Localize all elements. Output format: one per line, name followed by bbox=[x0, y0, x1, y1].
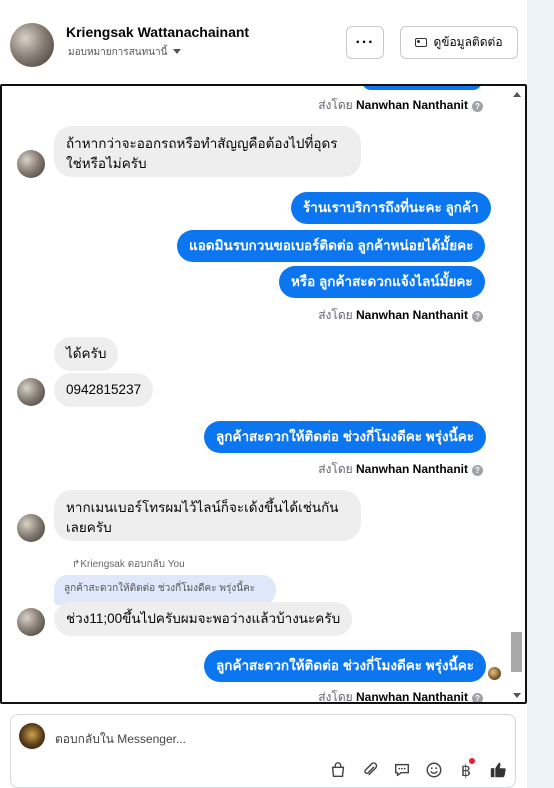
contact-avatar-small[interactable] bbox=[17, 150, 45, 178]
message-thread[interactable]: ส่งโดย Nanwhan Nanthanit? ถ้าหากว่าจะออก… bbox=[0, 84, 527, 704]
reply-input[interactable]: ตอบกลับใน Messenger... bbox=[55, 730, 186, 749]
paperclip-icon[interactable] bbox=[359, 759, 381, 781]
sent-by-line: ส่งโดย Nanwhan Nanthanit? bbox=[318, 96, 483, 115]
assign-label: มอบหมายการสนทนานี้ bbox=[68, 47, 168, 58]
conversation-header: Kriengsak Wattanachainant มอบหมายการสนทน… bbox=[0, 0, 527, 84]
sent-by-line: ส่งโดย Nanwhan Nanthanit? bbox=[318, 460, 483, 479]
sent-by-line: ส่งโดย Nanwhan Nanthanit? bbox=[318, 688, 483, 702]
right-panel-edge bbox=[527, 0, 554, 788]
quoted-message[interactable]: ลูกค้าสะดวกให้ติดต่อ ช่วงกี่โมงดีคะ พรุ่… bbox=[54, 575, 276, 605]
contact-avatar-small[interactable] bbox=[17, 514, 45, 542]
message-bubble-outgoing[interactable]: ลูกค้าสะดวกให้ติดต่อ ช่วงกี่โมงดีคะ พรุ่… bbox=[204, 421, 487, 453]
message-bubble-incoming[interactable]: หากเมนเบอร์โทรผมไว้ไลน์ก็จะเด้งขึ้นได้เช… bbox=[54, 490, 361, 541]
contact-name[interactable]: Kriengsak Wattanachainant bbox=[66, 24, 249, 40]
message-bubble-outgoing[interactable]: ร้านเราบริการถึงที่นะคะ ลูกค้า bbox=[291, 192, 491, 224]
assign-conversation[interactable]: มอบหมายการสนทนานี้ bbox=[68, 45, 182, 60]
view-contact-info-button[interactable]: ดูข้อมูลติดต่อ bbox=[400, 26, 518, 59]
message-bubble-incoming[interactable]: 0942815237 bbox=[54, 373, 154, 407]
view-contact-info-label: ดูข้อมูลติดต่อ bbox=[433, 35, 503, 49]
payment-icon[interactable]: ฿ bbox=[455, 758, 477, 781]
composer-toolbar: ฿ bbox=[327, 758, 519, 781]
contact-avatar-small[interactable] bbox=[17, 608, 45, 636]
message-bubble-outgoing[interactable]: แอดมินรบกวนขอเบอร์ติดต่อ ลูกค้าหน่อยได้ม… bbox=[177, 230, 486, 262]
help-icon: ? bbox=[472, 101, 483, 112]
contact-card-icon bbox=[415, 38, 428, 47]
contact-avatar[interactable] bbox=[10, 23, 54, 67]
like-icon[interactable] bbox=[487, 759, 509, 781]
help-icon: ? bbox=[472, 311, 483, 322]
reply-context-label: ↱Kriengsak ตอบกลับ You bbox=[72, 559, 185, 570]
message-bubble-incoming[interactable]: ถ้าหากว่าจะออกรถหรือทำสัญญคือต้องไปที่อุ… bbox=[54, 126, 361, 177]
thread-scrollbar[interactable] bbox=[511, 88, 523, 702]
more-options-button[interactable]: ··· bbox=[346, 26, 384, 59]
message-bubble-outgoing-partial bbox=[362, 86, 482, 90]
scroll-up-arrow-icon[interactable] bbox=[513, 92, 521, 97]
seen-indicator-avatar bbox=[488, 667, 501, 680]
message-bubble-incoming[interactable]: ได้ครับ bbox=[54, 337, 119, 371]
scroll-down-arrow-icon[interactable] bbox=[513, 693, 521, 698]
notification-dot bbox=[469, 758, 475, 764]
message-bubble-outgoing[interactable]: หรือ ลูกค้าสะดวกแจ้งไลน์มั้ยคะ bbox=[279, 266, 485, 298]
page-avatar bbox=[19, 723, 45, 749]
chevron-down-icon bbox=[173, 49, 182, 54]
emoji-icon[interactable] bbox=[423, 759, 445, 781]
help-icon: ? bbox=[472, 465, 483, 476]
help-icon: ? bbox=[472, 693, 483, 702]
reply-composer[interactable]: ตอบกลับใน Messenger... ฿ bbox=[10, 714, 516, 788]
message-bubble-outgoing[interactable]: ลูกค้าสะดวกให้ติดต่อ ช่วงกี่โมงดีคะ พรุ่… bbox=[204, 650, 487, 682]
scrollbar-thumb[interactable] bbox=[511, 632, 522, 672]
shopping-bag-icon[interactable] bbox=[327, 759, 349, 781]
sent-by-line: ส่งโดย Nanwhan Nanthanit? bbox=[318, 306, 483, 325]
contact-avatar-small[interactable] bbox=[17, 378, 45, 406]
saved-reply-icon[interactable] bbox=[391, 759, 413, 781]
message-bubble-incoming[interactable]: ช่วง11;00ขึ้นไปครับผมจะพอว่างแล้วบ้างนะค… bbox=[54, 602, 353, 636]
